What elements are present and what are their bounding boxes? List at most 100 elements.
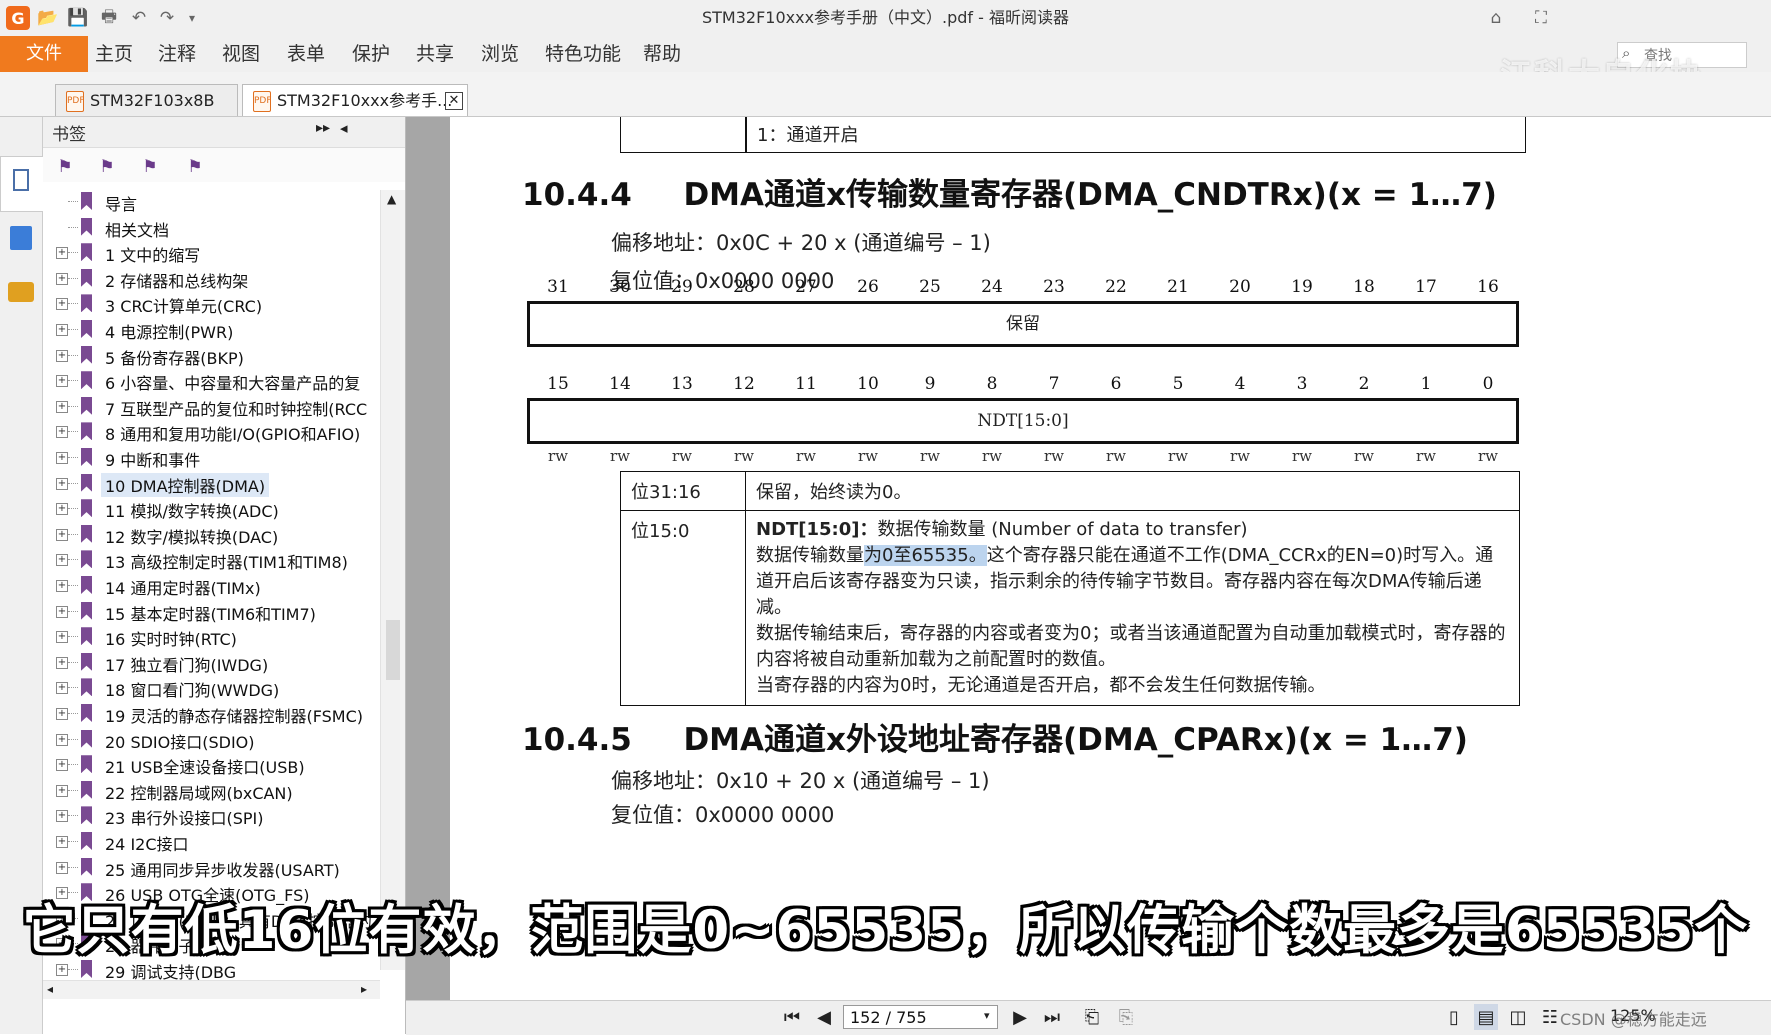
expand-toggle-icon[interactable]: + [56, 272, 68, 285]
highlighted-selection[interactable]: 为0至65535。 [864, 545, 987, 566]
bookmark-item[interactable]: +8 通用和复用功能I/O(GPIO和AFIO) [50, 420, 380, 445]
bookmark-panel-button[interactable] [0, 156, 44, 212]
bookmark-item[interactable]: 导言 [50, 190, 380, 215]
scroll-left-icon[interactable]: ◂ [47, 982, 53, 996]
delete-bookmark-icon[interactable]: ⚑ [54, 156, 76, 178]
expand-toggle-icon[interactable]: + [56, 810, 68, 823]
expand-toggle-icon[interactable]: + [56, 452, 68, 464]
next-page-icon[interactable]: ▶ [1008, 1004, 1032, 1030]
panel-expand-icon[interactable]: ▸▸ [316, 120, 330, 136]
expand-toggle-icon[interactable]: + [56, 861, 68, 874]
bookmark-label: 25 通用同步异步收发器(USART) [105, 860, 340, 880]
expand-toggle-icon[interactable]: + [56, 759, 68, 772]
page-number-input[interactable]: 152 / 755 [843, 1005, 998, 1029]
skin-icon[interactable]: ⌂ [1485, 7, 1507, 29]
continuous-facing-icon[interactable]: ☷ [1538, 1004, 1562, 1030]
facing-page-icon[interactable]: ◫ [1506, 1004, 1530, 1030]
bookmark-item[interactable]: +17 独立看门狗(IWDG) [50, 651, 380, 676]
bookmark-item[interactable]: +22 控制器局域网(bxCAN) [50, 779, 380, 804]
last-page-icon[interactable]: ⏭ [1040, 1004, 1064, 1030]
expand-toggle-icon[interactable]: + [56, 298, 68, 311]
expand-toggle-icon[interactable]: + [56, 682, 68, 695]
expand-toggle-icon[interactable]: + [56, 554, 68, 567]
bookmark-label: 7 互联型产品的复位和时钟控制(RCC [105, 399, 368, 419]
tab-stm32f103-datasheet[interactable]: PDF STM32F103x8B数... [55, 84, 238, 142]
menu-protect[interactable]: 保护 [352, 36, 390, 72]
expand-toggle-icon[interactable]: + [56, 528, 68, 541]
bookmark-item[interactable]: +6 小容量、中容量和大容量产品的复 [50, 369, 380, 394]
expand-toggle-icon[interactable]: + [56, 708, 68, 720]
expand-toggle-icon[interactable]: + [56, 503, 68, 516]
bookmark-item[interactable]: +20 SDIO接口(SDIO) [50, 728, 380, 753]
bookmark-item[interactable]: +24 I2C接口 [50, 830, 380, 855]
expand-toggle-icon[interactable]: + [56, 247, 68, 260]
expand-toggle-icon[interactable]: + [56, 349, 68, 362]
tab-close-icon[interactable]: ✕ [445, 92, 463, 110]
menu-features[interactable]: 特色功能 [545, 36, 621, 72]
page-dropdown-icon[interactable]: ▾ [984, 1009, 990, 1022]
menu-view[interactable]: 视图 [222, 36, 260, 72]
bookmark-item[interactable]: +5 备份寄存器(BKP) [50, 344, 380, 369]
bookmark-panel-header [43, 117, 405, 148]
bookmark-item[interactable]: +21 USB全速设备接口(USB) [50, 753, 380, 778]
comments-panel-icon[interactable] [8, 282, 34, 302]
panel-collapse-icon[interactable]: ◂ [340, 119, 348, 137]
expand-toggle-icon[interactable]: + [56, 784, 68, 797]
menu-form[interactable]: 表单 [287, 36, 325, 72]
expand-toggle-icon[interactable]: + [56, 477, 68, 490]
bookmark-item[interactable]: +10 DMA控制器(DMA) [50, 472, 380, 497]
bookmark-item[interactable]: 相关文档 [50, 216, 380, 241]
bookmark-item[interactable]: +18 窗口看门狗(WWDG) [50, 676, 380, 701]
menu-share[interactable]: 共享 [416, 36, 454, 72]
find-bookmark-icon[interactable]: ⚑ [184, 156, 206, 178]
bookmark-item[interactable]: +23 串行外设接口(SPI) [50, 804, 380, 829]
bookmark-item[interactable]: +1 文中的缩写 [50, 241, 380, 266]
expand-toggle-icon[interactable]: + [56, 426, 68, 439]
previous-view-icon[interactable]: ⎗ [1080, 1004, 1104, 1030]
scroll-right-icon[interactable]: ▸ [361, 982, 367, 996]
pages-thumbnail-icon[interactable] [10, 226, 32, 250]
expand-toggle-icon[interactable]: + [56, 375, 68, 388]
bookmark-item[interactable]: +11 模拟/数字转换(ADC) [50, 497, 380, 522]
menu-home[interactable]: 主页 [95, 36, 133, 72]
continuous-page-icon[interactable]: ▤ [1474, 1004, 1498, 1030]
bookmark-item[interactable]: +16 实时时钟(RTC) [50, 625, 380, 650]
bookmark-item[interactable]: +9 中断和事件 [50, 446, 380, 471]
bookmark-item[interactable]: +15 基本定时器(TIM6和TIM7) [50, 600, 380, 625]
bookmark-item[interactable]: +7 互联型产品的复位和时钟控制(RCC [50, 395, 380, 420]
single-page-icon[interactable]: ▯ [1442, 1004, 1466, 1030]
expand-toggle-icon[interactable]: + [56, 631, 68, 644]
bookmark-horizontal-scrollbar[interactable]: ◂ ▸ [43, 980, 380, 999]
scroll-thumb[interactable] [386, 620, 400, 680]
previous-page-icon[interactable]: ◀ [812, 1004, 836, 1030]
bookmark-vertical-scrollbar[interactable]: ▲ [380, 190, 405, 970]
tab-reference-manual[interactable]: PDF STM32F10xxx参考手... [242, 84, 468, 116]
add-bookmark-icon[interactable]: ⚑ [96, 156, 118, 178]
pdf-page[interactable]: 1：通道开启 10.4.4 DMA通道x传输数量寄存器(DMA_CNDTRx)(… [450, 117, 1771, 1016]
expand-toggle-icon[interactable]: + [56, 733, 68, 746]
bookmark-item[interactable]: +4 电源控制(PWR) [50, 318, 380, 343]
first-page-icon[interactable]: ⏮ [780, 1004, 804, 1030]
bookmark-item[interactable]: +13 高级控制定时器(TIM1和TIM8) [50, 548, 380, 573]
bookmark-item[interactable]: +2 存储器和总线构架 [50, 267, 380, 292]
expand-toggle-icon[interactable]: + [56, 605, 68, 618]
next-view-icon[interactable]: ⎘ [1114, 1004, 1138, 1030]
expand-toggle-icon[interactable]: + [56, 964, 68, 976]
bookmark-item[interactable]: +12 数字/模拟转换(DAC) [50, 523, 380, 548]
bookmark-item[interactable]: +19 灵活的静态存储器控制器(FSMC) [50, 702, 380, 727]
fullscreen-icon[interactable]: ⛶ [1530, 7, 1552, 29]
file-menu[interactable]: 文件 [0, 36, 88, 72]
bookmark-item[interactable]: +14 通用定时器(TIMx) [50, 574, 380, 599]
expand-toggle-icon[interactable]: + [56, 324, 68, 336]
menu-help[interactable]: 帮助 [643, 36, 681, 72]
scroll-up-icon[interactable]: ▲ [387, 192, 396, 206]
expand-toggle-icon[interactable]: + [56, 836, 68, 848]
bookmark-item[interactable]: +3 CRC计算单元(CRC) [50, 292, 380, 317]
menu-browse[interactable]: 浏览 [481, 36, 519, 72]
expand-toggle-icon[interactable]: + [56, 580, 68, 592]
expand-toggle-icon[interactable]: + [56, 400, 68, 413]
bookmark-item[interactable]: +25 通用同步异步收发器(USART) [50, 856, 380, 881]
expand-bookmark-icon[interactable]: ⚑ [139, 156, 161, 178]
expand-toggle-icon[interactable]: + [56, 656, 68, 669]
menu-comment[interactable]: 注释 [158, 36, 196, 72]
